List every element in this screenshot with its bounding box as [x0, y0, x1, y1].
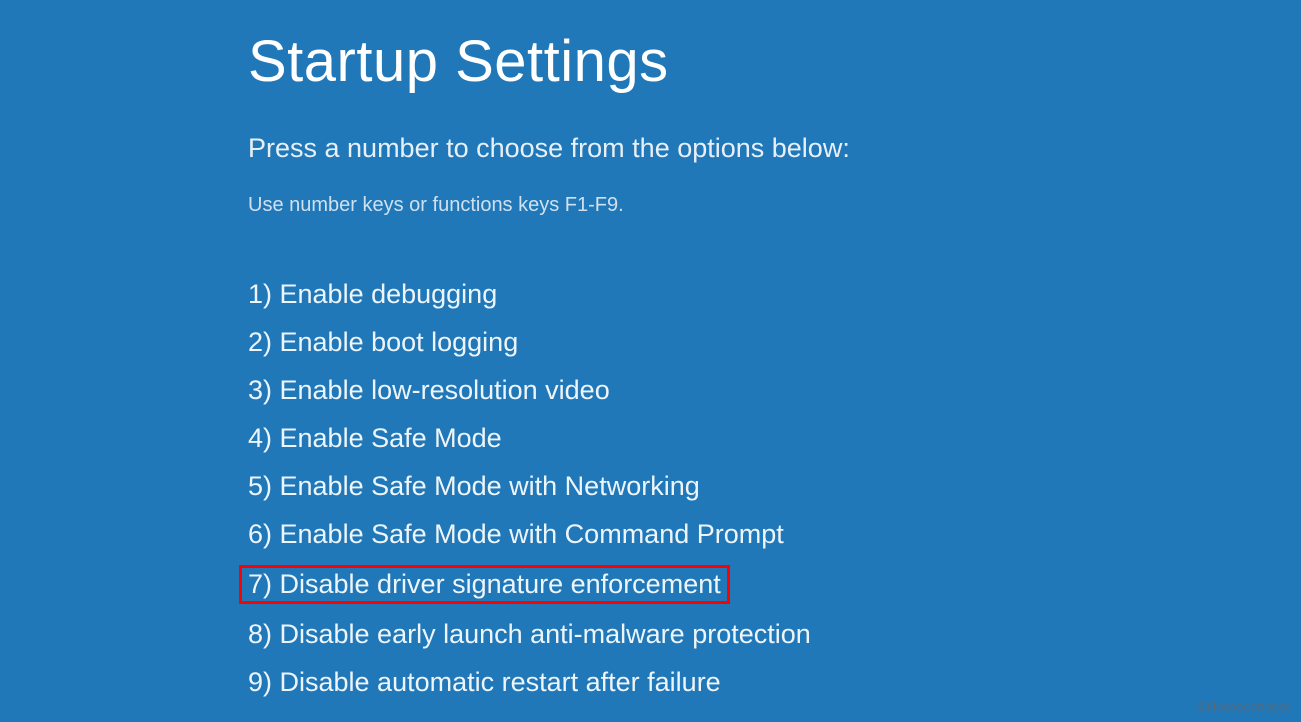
option-enable-safe-mode-networking[interactable]: 5) Enable Safe Mode with Networking	[240, 469, 708, 504]
instruction-text: Press a number to choose from the option…	[248, 133, 1301, 164]
option-disable-early-launch-anti-malware[interactable]: 8) Disable early launch anti-malware pro…	[240, 617, 819, 652]
option-enable-safe-mode[interactable]: 4) Enable Safe Mode	[240, 421, 510, 456]
hint-text: Use number keys or functions keys F1-F9.	[248, 194, 1301, 217]
option-enable-low-resolution-video[interactable]: 3) Enable low-resolution video	[240, 373, 618, 408]
watermark-text: ©Howtoconnect	[1197, 699, 1289, 714]
option-disable-driver-signature-enforcement[interactable]: 7) Disable driver signature enforcement	[239, 565, 730, 604]
page-title: Startup Settings	[248, 28, 1301, 95]
startup-settings-screen: Startup Settings Press a number to choos…	[0, 0, 1301, 700]
option-enable-safe-mode-command-prompt[interactable]: 6) Enable Safe Mode with Command Prompt	[240, 517, 792, 552]
option-enable-debugging[interactable]: 1) Enable debugging	[240, 277, 505, 312]
options-list: 1) Enable debugging 2) Enable boot loggi…	[248, 277, 1301, 700]
option-disable-automatic-restart[interactable]: 9) Disable automatic restart after failu…	[240, 665, 729, 700]
option-enable-boot-logging[interactable]: 2) Enable boot logging	[240, 325, 526, 360]
